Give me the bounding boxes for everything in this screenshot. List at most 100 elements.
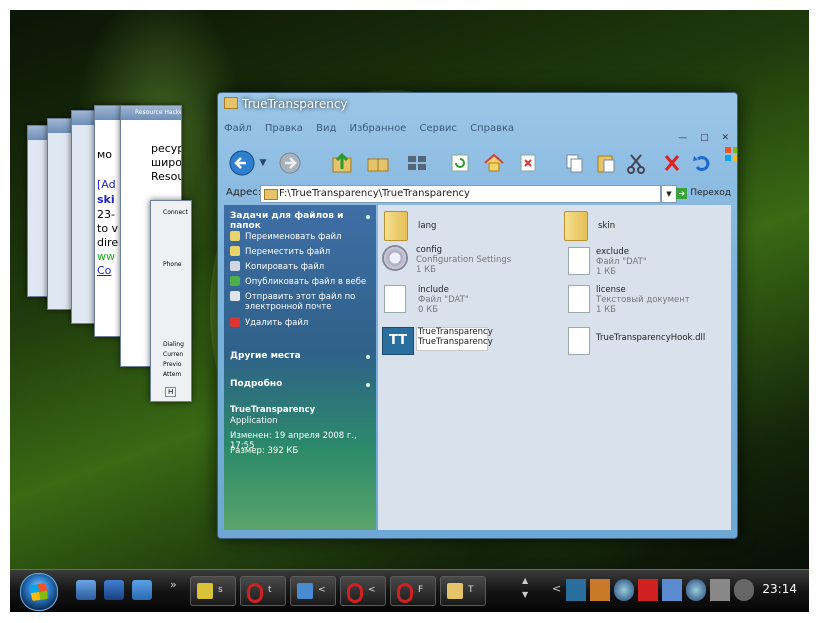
up-folder-icon[interactable] [328,149,356,177]
details-name: TrueTransparency [230,405,316,415]
task-label: электронной почте [245,302,332,312]
dialog-label: Previo [163,361,182,368]
file-item[interactable]: include Файл "DAT" 0 КБ [384,285,544,321]
delete-icon [230,317,240,327]
window-controls: — □ ✕ [668,133,729,143]
globe-icon[interactable] [686,579,706,601]
minimize-button[interactable]: — [678,133,687,143]
taskbar-button-opera-2[interactable]: < [340,576,386,606]
back-dropdown-icon[interactable]: ▼ [256,149,270,177]
refresh-icon[interactable] [446,149,474,177]
taskbar-button-dialup[interactable]: s [190,576,236,606]
task-email-line2[interactable]: электронной почте [245,302,332,312]
explorer-quicklaunch-icon[interactable] [104,580,124,600]
task-delete[interactable]: Удалить файл [230,317,308,328]
stack-text: ww [97,250,115,263]
email-icon [230,291,240,301]
paste-icon[interactable] [592,149,620,177]
delete-icon[interactable] [658,149,686,177]
taskbar-button-opera-3[interactable]: F [390,576,436,606]
stop-icon[interactable] [514,149,542,177]
task-copy[interactable]: Копировать файл [230,261,324,272]
file-item[interactable]: license Текстовый документ 1 КБ [568,285,718,321]
address-dropdown-icon[interactable]: ▼ [661,185,677,203]
expand-icon[interactable] [366,355,370,359]
stack-text: [Ad [97,178,116,191]
file-item-selected[interactable]: TT TrueTransparency TrueTransparency [382,327,552,357]
go-button[interactable]: ➜ Переход [676,185,731,201]
copy-icon[interactable] [560,149,588,177]
taskbar-label: s [218,585,223,595]
menu-edit[interactable]: Правка [265,123,303,134]
file-text: exclude Файл "DAT" 1 КБ [596,247,647,277]
menu-tools[interactable]: Сервис [420,123,457,134]
task-rename[interactable]: Переименовать файл [230,231,341,242]
taskbar-scroll-icon[interactable]: ▲ ▼ [522,574,528,602]
h-app-icon[interactable] [638,579,658,601]
views-icon[interactable] [404,149,432,177]
tray-app-icon[interactable] [590,579,610,601]
file-text: config Configuration Settings 1 КБ [416,245,511,275]
taskbar-button-network[interactable]: < [290,576,336,606]
home-icon[interactable] [480,149,508,177]
close-button[interactable]: ✕ [721,133,729,143]
file-item[interactable]: config Configuration Settings 1 КБ [382,245,552,281]
other-places-header[interactable]: Другие места [230,351,301,361]
forward-icon[interactable] [276,149,304,177]
file-text: license Текстовый документ 1 КБ [596,285,690,315]
menu-view[interactable]: Вид [316,123,336,134]
show-desktop-icon[interactable] [76,580,96,600]
file-type: Текстовый документ [596,295,690,305]
task-move[interactable]: Переместить файл [230,246,330,257]
menu-favorites[interactable]: Избранное [350,123,407,134]
stack-text: to v [97,222,119,235]
menu-help[interactable]: Справка [470,123,514,134]
network-tray-icon[interactable] [662,579,682,601]
file-name: lang [418,221,437,231]
truetransparency-tray-icon[interactable] [566,579,586,601]
text-document-icon [568,285,590,313]
menu-file[interactable]: Файл [224,123,252,134]
file-size: 1 КБ [596,267,616,277]
taskbar-button-explorer[interactable]: T [440,576,486,606]
taskbar-button-opera-1[interactable]: t [240,576,286,606]
maximize-button[interactable]: □ [700,133,709,143]
start-button[interactable] [20,573,58,611]
connect-dialog[interactable]: Connect Phone Dialing Curren Previo Atte… [150,200,192,402]
dialog-button[interactable]: Н [165,387,177,397]
folder-item[interactable]: lang [384,211,544,243]
file-name: exclude [596,247,630,257]
quicklaunch-more-icon[interactable]: » [170,578,177,591]
task-label: Переместить файл [245,247,331,257]
collapse-icon[interactable] [366,215,370,219]
back-icon[interactable] [228,149,256,177]
rename-icon [230,231,240,241]
tasks-header[interactable]: Задачи для файлов и папок [230,211,376,231]
taskbar-label: t [268,585,272,595]
switch-windows-icon[interactable] [132,580,152,600]
address-path: F:\TrueTransparency\TrueTransparency [279,188,470,199]
file-item[interactable]: TrueTransparencyHook.dll [568,327,718,357]
task-email[interactable]: Отправить этот файл по [230,291,355,302]
desktop: мо [Ad ski 23- to v dire ww Co Resource … [10,10,809,611]
folder-icon [384,211,408,241]
globe-icon[interactable] [614,579,634,601]
file-item[interactable]: exclude Файл "DAT" 1 КБ [568,247,718,283]
clock[interactable]: 23:14 [762,582,797,596]
address-input[interactable]: F:\TrueTransparency\TrueTransparency [260,185,661,203]
details-header[interactable]: Подробно [230,379,282,389]
taskbar-label: < [318,585,326,595]
task-publish-web[interactable]: Опубликовать файл в вебе [230,276,366,287]
tray-expand-icon[interactable]: < [552,582,561,595]
expand-icon[interactable] [366,383,370,387]
folders-icon[interactable] [364,149,392,177]
folder-item[interactable]: skin [564,211,714,243]
dialog-label: Curren [163,351,184,358]
dialog-label: Attem [163,371,182,378]
explorer-window[interactable]: TrueTransparency Файл Правка Вид Избранн… [217,92,738,539]
monitor-tray-icon[interactable] [710,579,730,601]
document-icon [568,247,590,275]
volume-icon[interactable] [734,579,754,601]
cut-icon[interactable] [622,149,650,177]
undo-icon[interactable] [688,149,716,177]
